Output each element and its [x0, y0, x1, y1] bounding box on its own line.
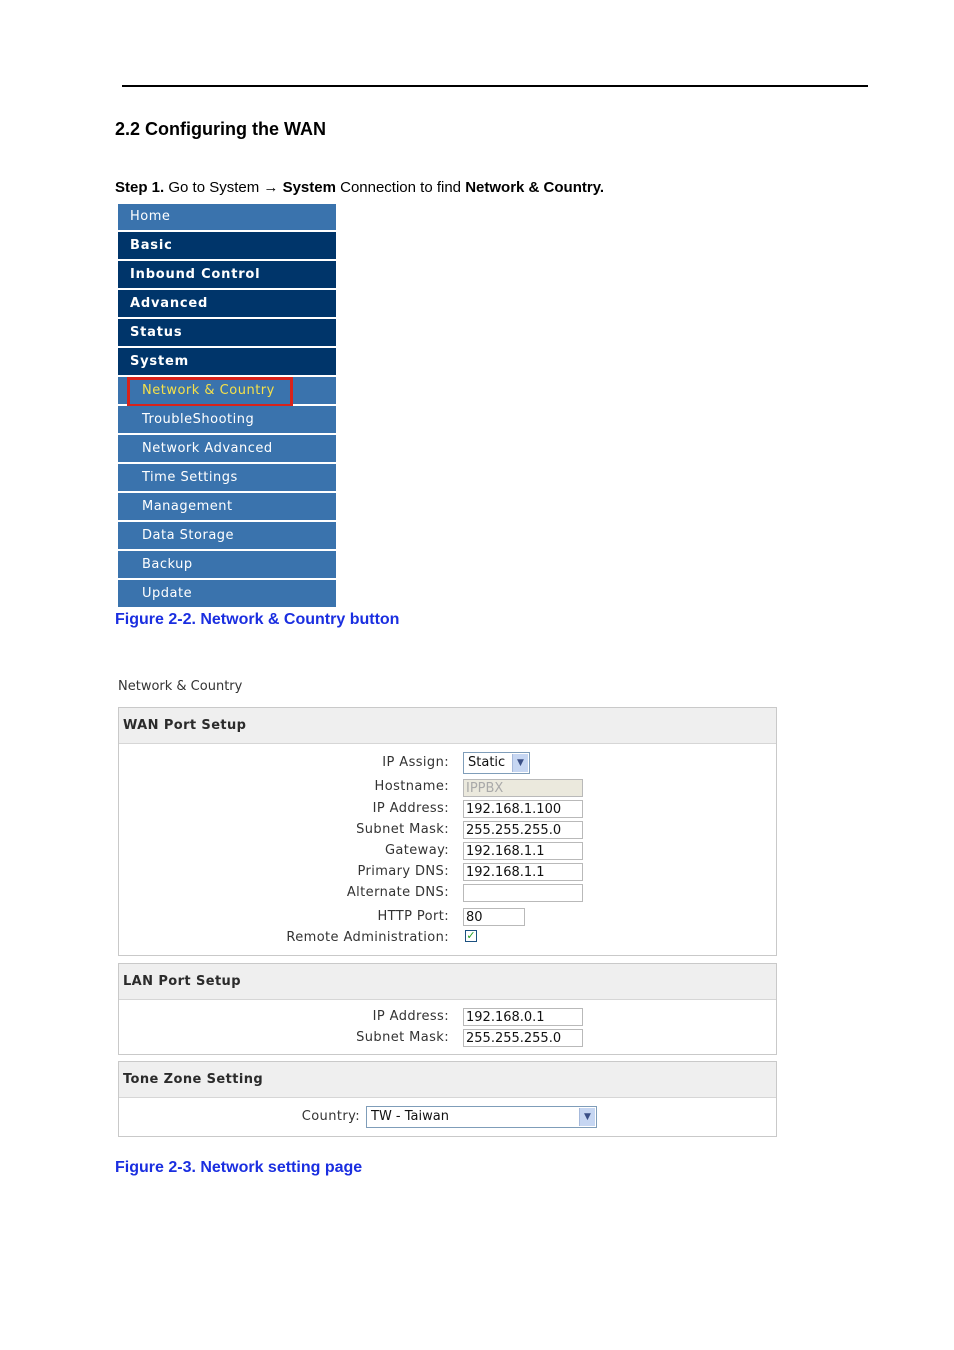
submenu-item-data-storage[interactable]: Data Storage: [118, 522, 336, 551]
submenu-item-time-settings[interactable]: Time Settings: [118, 464, 336, 493]
primary-dns-field[interactable]: 192.168.1.1: [463, 863, 583, 881]
menu-item-inbound-control[interactable]: Inbound Control: [118, 261, 336, 290]
figure-caption-1: Figure 2-2. Network & Country button: [115, 611, 400, 628]
submenu-item-backup[interactable]: Backup: [118, 551, 336, 580]
wan-panel-title: WAN Port Setup: [119, 708, 776, 744]
lan-panel-title: LAN Port Setup: [119, 964, 776, 1000]
remote-admin-label: Remote Administration:: [286, 930, 449, 945]
country-select[interactable]: TW - Taiwan ▼: [366, 1106, 597, 1128]
submenu-item-label: Network & Country: [142, 383, 275, 398]
step-bold-1: System: [282, 179, 336, 196]
ip-assign-label: IP Assign:: [382, 755, 449, 770]
header-rule: [122, 85, 868, 87]
lan-ip-field[interactable]: 192.168.0.1: [463, 1008, 583, 1026]
alternate-dns-field[interactable]: [463, 884, 583, 902]
menu-item-advanced[interactable]: Advanced: [118, 290, 336, 319]
submenu-item-management[interactable]: Management: [118, 493, 336, 522]
ip-assign-value: Static: [468, 755, 506, 770]
menu-item-status[interactable]: Status: [118, 319, 336, 348]
submenu-item-network-country[interactable]: Network & Country: [118, 377, 336, 407]
step-text-2: Connection to find: [335, 179, 466, 196]
lan-mask-field[interactable]: 255.255.255.0: [463, 1029, 583, 1047]
wan-ip-field[interactable]: 192.168.1.100: [463, 800, 583, 818]
ip-assign-select[interactable]: Static ▼: [463, 752, 530, 774]
lan-mask-label: Subnet Mask:: [356, 1030, 449, 1045]
hostname-field: IPPBX: [463, 779, 583, 797]
alternate-dns-label: Alternate DNS:: [346, 885, 449, 900]
primary-dns-label: Primary DNS:: [357, 864, 449, 879]
wan-mask-label: Subnet Mask:: [356, 822, 449, 837]
tone-zone-title: Tone Zone Setting: [119, 1062, 776, 1098]
step-bold-2: Network & Country.: [465, 179, 605, 196]
lan-ip-label: IP Address:: [372, 1009, 449, 1024]
step-prefix: Step 1.: [115, 179, 165, 196]
submenu-item-troubleshooting[interactable]: TroubleShooting: [118, 406, 336, 435]
chevron-down-icon: ▼: [579, 1108, 595, 1126]
menu-item-system[interactable]: System: [118, 348, 336, 377]
figure-caption-2: Figure 2-3. Network setting page: [115, 1159, 363, 1176]
gateway-label: Gateway:: [384, 843, 449, 858]
system-menu: Home Basic Inbound Control Advanced Stat…: [118, 204, 336, 609]
menu-item-home[interactable]: Home: [118, 204, 336, 232]
hostname-label: Hostname:: [374, 779, 449, 794]
tone-zone-panel: Tone Zone Setting Country: TW - Taiwan ▼: [118, 1061, 777, 1137]
remote-admin-checkbox[interactable]: ✓: [465, 930, 477, 942]
country-label: Country:: [301, 1109, 360, 1124]
page-title: Network & Country: [118, 679, 243, 694]
wan-mask-field[interactable]: 255.255.255.0: [463, 821, 583, 839]
submenu-item-update[interactable]: Update: [118, 580, 336, 609]
wan-panel: WAN Port Setup IP Assign: Static ▼ Hostn…: [118, 707, 777, 956]
section-heading: 2.2 Configuring the WAN: [115, 119, 326, 139]
http-port-label: HTTP Port:: [377, 909, 449, 924]
menu-item-basic[interactable]: Basic: [118, 232, 336, 261]
check-icon: ✓: [466, 930, 476, 942]
lan-panel: LAN Port Setup IP Address: 192.168.0.1 S…: [118, 963, 777, 1055]
submenu-item-network-advanced[interactable]: Network Advanced: [118, 435, 336, 464]
wan-ip-label: IP Address:: [372, 801, 449, 816]
chevron-down-icon: ▼: [512, 754, 528, 772]
step-text-1: Go to System →: [164, 179, 283, 196]
gateway-field[interactable]: 192.168.1.1: [463, 842, 583, 860]
http-port-field[interactable]: 80: [463, 908, 525, 926]
step-instruction: Step 1. Go to System → System Connection…: [115, 179, 604, 196]
country-value: TW - Taiwan: [371, 1109, 449, 1124]
